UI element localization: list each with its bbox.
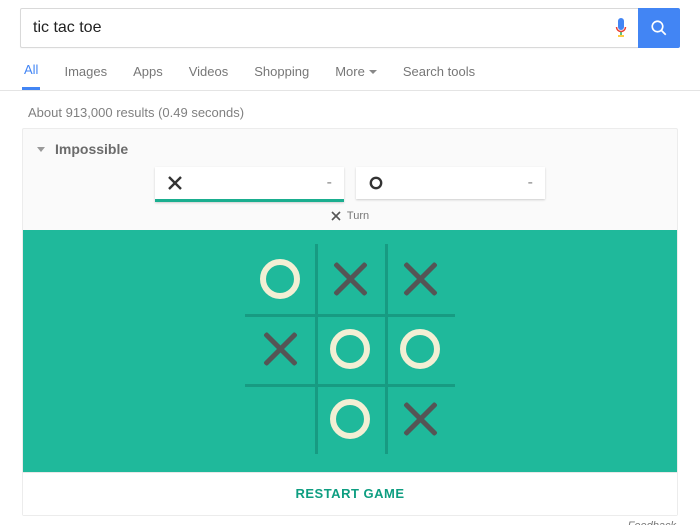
search-input[interactable] [21,19,604,37]
board-cell-0-2 [385,244,455,314]
board-cell-2-1 [315,384,385,454]
difficulty-selector[interactable]: Impossible [55,141,128,157]
search-icon [650,19,668,37]
x-mark [260,329,300,369]
score-x-value: - [327,174,332,192]
voice-search-icon[interactable] [604,18,638,38]
board-cell-1-1 [315,314,385,384]
tictactoe-card: Impossible - - Turn [22,128,678,516]
x-mark [330,259,370,299]
score-o-value: - [528,174,533,192]
search-button[interactable] [638,8,680,48]
o-mark [330,329,370,369]
tab-images[interactable]: Images [62,64,109,89]
game-board [245,244,455,454]
o-mark [400,329,440,369]
search-tabs: All Images Apps Videos Shopping More Sea… [0,62,700,91]
search-box[interactable] [20,8,638,48]
restart-row: RESTART GAME [23,472,677,515]
chevron-down-icon[interactable] [37,147,45,152]
tab-all[interactable]: All [22,62,40,90]
tab-apps[interactable]: Apps [131,64,165,89]
board-cell-1-0 [245,314,315,384]
o-mark [330,399,370,439]
x-icon [331,211,341,221]
restart-button[interactable]: RESTART GAME [295,486,404,501]
x-icon [167,175,183,191]
turn-indicator: Turn [23,210,677,230]
o-mark [260,259,300,299]
score-row: - - [23,167,677,210]
tab-more[interactable]: More [333,64,379,89]
x-mark [400,259,440,299]
board-cell-2-2 [385,384,455,454]
board-cell-1-2 [385,314,455,384]
x-mark [400,399,440,439]
result-stats: About 913,000 results (0.49 seconds) [0,91,700,128]
board-area [23,230,677,472]
board-cell-0-1 [315,244,385,314]
turn-label: Turn [347,210,369,222]
o-icon [368,175,384,191]
feedback-link[interactable]: Feedback [0,516,700,525]
board-cell-2-0[interactable] [245,384,315,454]
tab-shopping[interactable]: Shopping [252,64,311,89]
tab-videos[interactable]: Videos [187,64,231,89]
board-cell-0-0 [245,244,315,314]
score-x-box[interactable]: - [155,167,344,202]
search-tools[interactable]: Search tools [401,64,477,89]
score-o-box[interactable]: - [356,167,545,199]
chevron-down-icon [369,70,377,74]
